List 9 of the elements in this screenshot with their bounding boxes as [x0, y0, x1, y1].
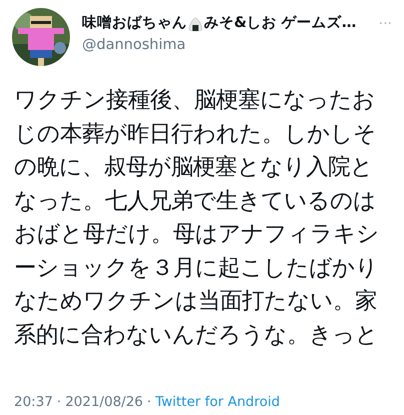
tweet-text: ワクチン接種後、脳梗塞になったお じの本葬が昨日行われた。しかしそ の晩に、叔母が脳梗塞となり入院と なった。七人兄弟で生きているのは おばと母だけ。母はアナフィラキシ ーショックを３月に起こしたばかり なためワクチンは当面打たない。家 系的に合わないんだろうな。きっと [14, 86, 380, 350]
display-name[interactable]: 味噌おばちゃん [82, 13, 187, 35]
separator-dot: · [56, 393, 62, 412]
tweet-time[interactable]: 20:37 [14, 392, 53, 412]
tweet-date[interactable]: 2021/08/26 [65, 392, 144, 412]
separator-dot: · [147, 393, 152, 412]
user-handle[interactable]: @dannoshima [82, 35, 392, 57]
display-name-suffix[interactable]: みそ&しお ゲームズ… [204, 13, 356, 35]
source-link[interactable]: Twitter for Android [155, 392, 280, 412]
